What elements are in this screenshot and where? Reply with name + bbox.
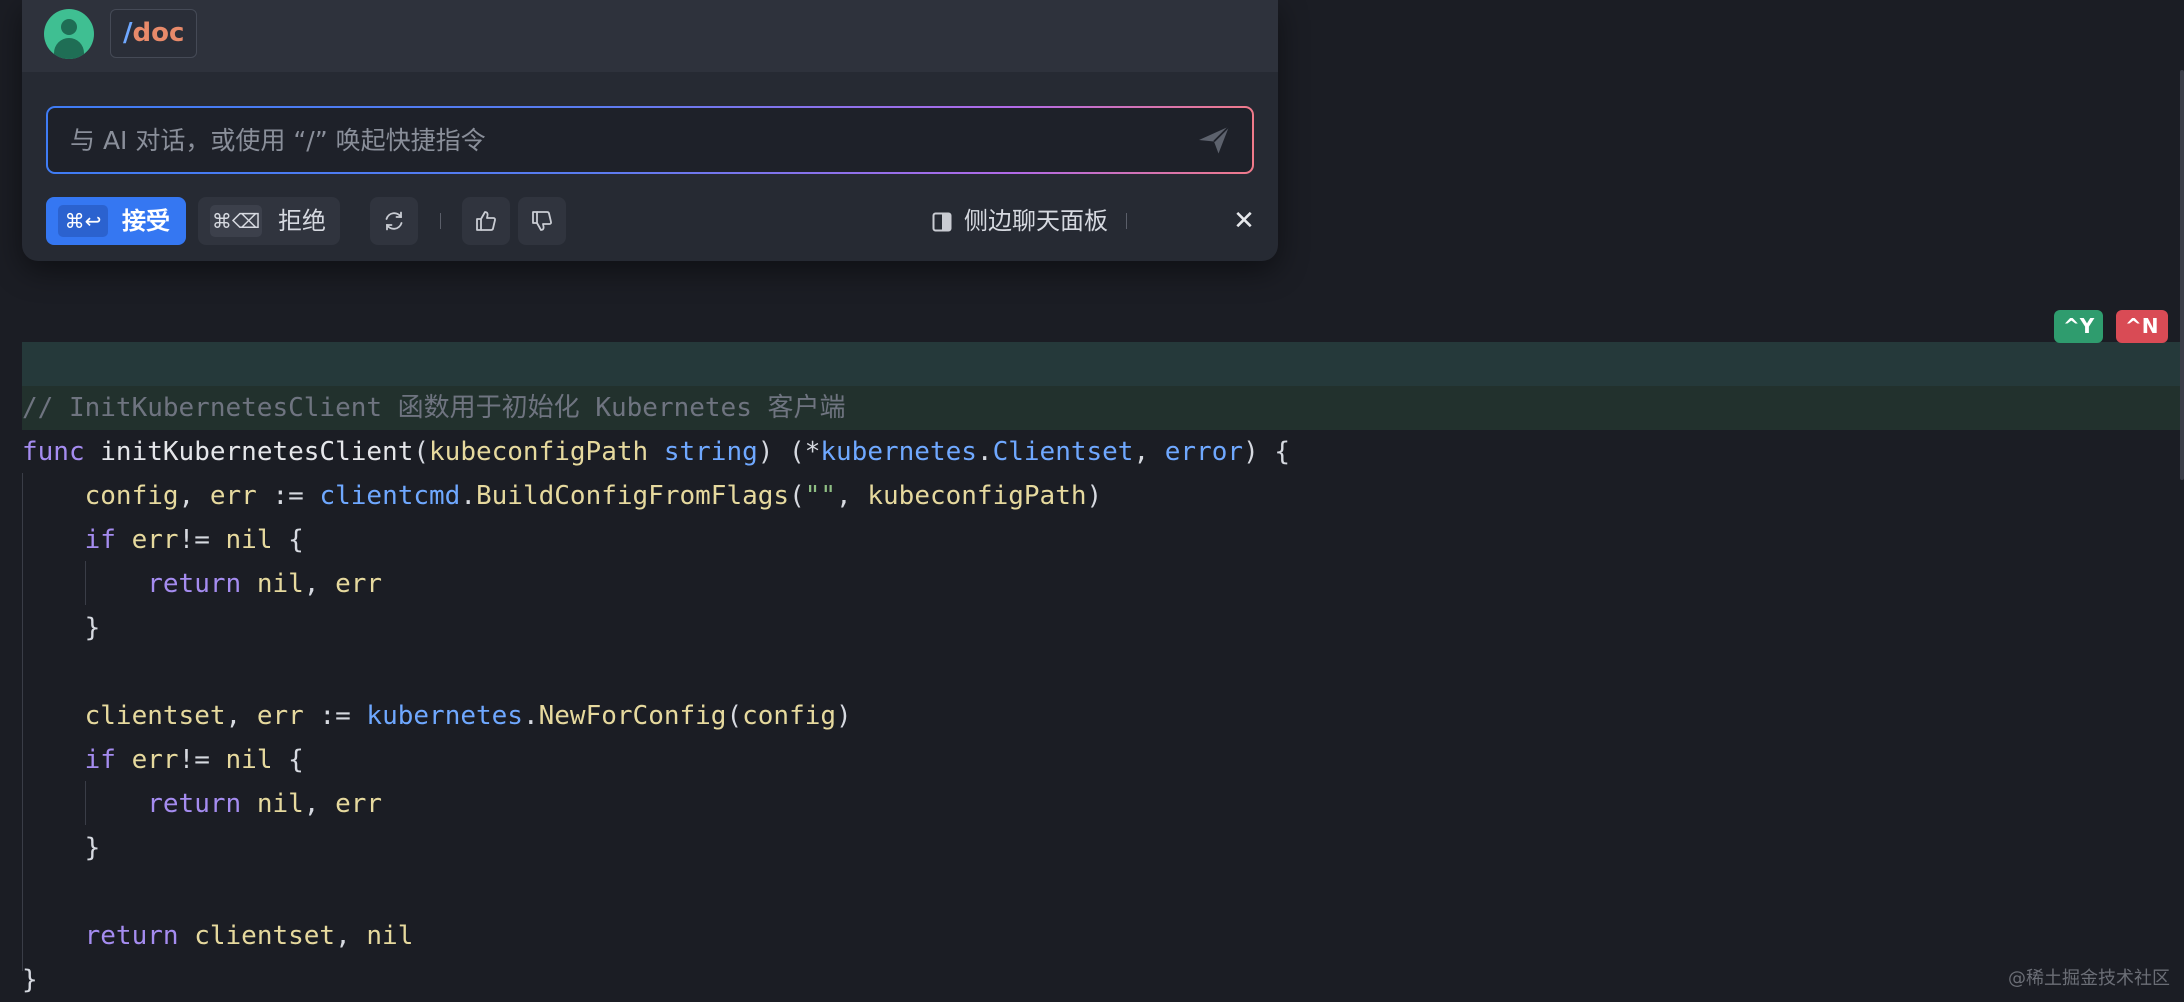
side-panel-label: 侧边聊天面板 [964, 207, 1108, 235]
code-line-3: if err!= nil { [84, 525, 304, 555]
vertical-scrollbar[interactable] [2180, 70, 2184, 480]
code-line-10: } [22, 833, 101, 863]
thumbs-up-icon [476, 211, 496, 231]
regenerate-button[interactable] [370, 197, 418, 245]
panel-header: /doc [22, 0, 1278, 72]
code-line-12: return clientset, nil [84, 921, 414, 951]
thumbs-down-icon [532, 211, 552, 231]
accept-button[interactable]: ⌘↩ 接受 [46, 197, 186, 245]
reject-label: 拒绝 [278, 207, 326, 235]
side-chat-panel-button[interactable]: 侧边聊天面板 [932, 197, 1122, 245]
send-icon[interactable] [1196, 122, 1232, 158]
code-comment-line: // InitKubernetesClient 函数用于初始化 Kubernet… [22, 393, 846, 423]
code-line-7: clientset, err := kubernetes.NewForConfi… [84, 701, 852, 731]
accept-label: 接受 [122, 207, 170, 235]
user-avatar-icon [44, 9, 94, 59]
reject-shortcut: ⌘⌫ [210, 205, 262, 237]
reject-diff-badge[interactable]: ^N [2116, 310, 2168, 343]
thumbs-down-button[interactable] [518, 197, 566, 245]
watermark: @稀土掘金技术社区 [2008, 968, 2170, 989]
code-line-5: } [22, 613, 101, 643]
code-line-1: func initKubernetesClient(kubeconfigPath… [22, 437, 1291, 467]
panel-toolbar: ⌘↩ 接受 ⌘⌫ 拒绝 侧边聊天面板 ✕ [46, 197, 1256, 245]
toolbar-divider [440, 213, 441, 229]
code-line-8: if err!= nil { [84, 745, 304, 775]
refresh-icon [385, 211, 403, 231]
accept-diff-badge[interactable]: ^Y [2054, 310, 2104, 343]
ai-inline-chat-panel: /doc ⌘↩ 接受 ⌘⌫ 拒绝 [22, 0, 1278, 261]
code-line-2: config, err := clientcmd.BuildConfigFrom… [84, 481, 1103, 511]
code-line-9: return nil, err [147, 789, 383, 819]
command-prefix: / [123, 18, 133, 48]
toolbar-divider [1126, 213, 1127, 229]
chat-input-frame [46, 106, 1254, 174]
chat-input[interactable] [48, 108, 1168, 172]
code-line-13: } [22, 965, 38, 995]
close-icon[interactable]: ✕ [1232, 197, 1256, 245]
thumbs-up-button[interactable] [462, 197, 510, 245]
reject-button[interactable]: ⌘⌫ 拒绝 [198, 197, 340, 245]
command-chip[interactable]: /doc [110, 9, 198, 58]
accept-shortcut: ⌘↩ [58, 205, 108, 237]
command-name: doc [132, 18, 185, 48]
code-line-4: return nil, err [147, 569, 383, 599]
side-panel-icon [932, 212, 952, 232]
